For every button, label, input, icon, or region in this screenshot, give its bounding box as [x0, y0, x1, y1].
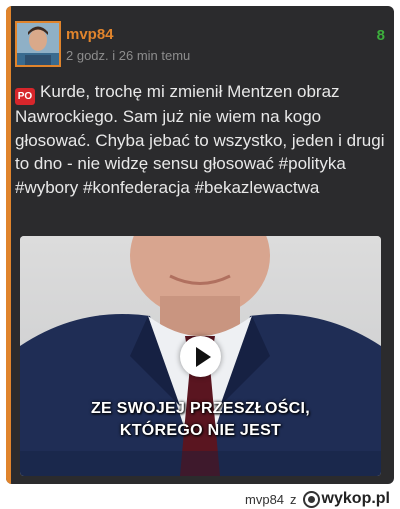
wykop-site-name: wykop.pl — [321, 490, 390, 507]
video-embed[interactable]: ZE SWOJEJ PRZESZŁOŚCI, KTÓREGO NIE JEST — [20, 236, 381, 476]
po-badge-icon: PO — [15, 88, 35, 105]
tag-polityka[interactable]: #polityka — [279, 154, 346, 173]
vote-count[interactable]: 8 — [377, 27, 385, 44]
wykop-logo: wykop.pl — [302, 490, 390, 508]
footer-separator: z — [290, 491, 297, 507]
tag-wybory[interactable]: #wybory — [15, 178, 78, 197]
wykop-logo-icon — [302, 490, 320, 508]
accent-bar — [6, 6, 11, 484]
footer: mvp84 z wykop.pl — [245, 490, 390, 508]
video-caption-line1: ZE SWOJEJ PRZESZŁOŚCI, — [90, 400, 311, 417]
tag-bekazlewactwa[interactable]: #bekazlewactwa — [195, 178, 320, 197]
tag-konfederacja[interactable]: #konfederacja — [83, 178, 190, 197]
avatar[interactable] — [15, 21, 61, 67]
post-body: PO Kurde, trochę mi zmienił Mentzen obraz… — [15, 80, 385, 199]
avatar-image — [17, 23, 59, 65]
footer-author: mvp84 — [245, 491, 285, 507]
post-timestamp[interactable]: 2 godz. i 26 min temu — [66, 48, 190, 63]
play-icon[interactable] — [180, 336, 221, 377]
post-card: mvp84 2 godz. i 26 min temu 8 PO Kurde, t… — [6, 6, 394, 484]
post-author[interactable]: mvp84 — [66, 26, 114, 43]
video-caption-line2: KTÓREGO NIE JEST — [119, 422, 282, 439]
